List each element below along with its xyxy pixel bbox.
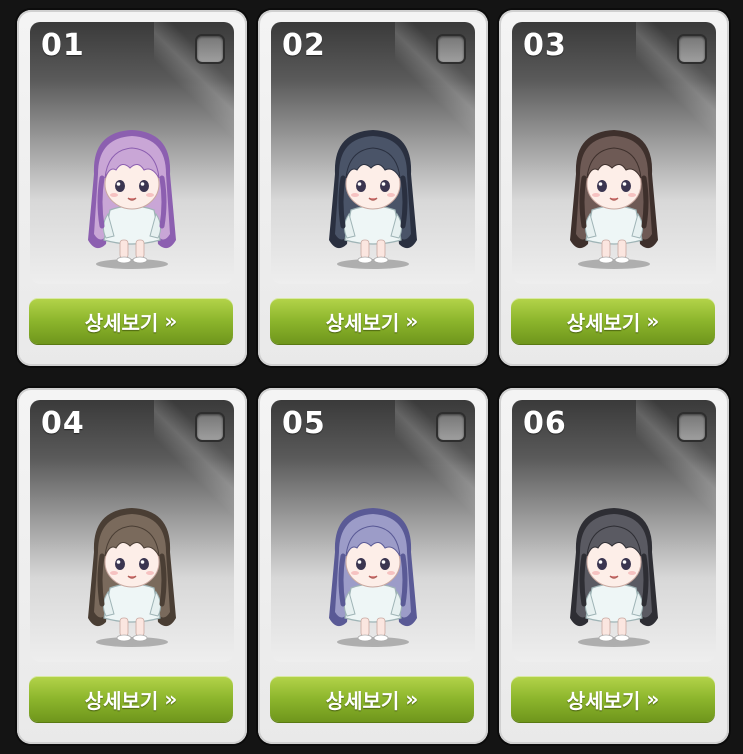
double-chevron-right-icon: » [646, 309, 660, 333]
character-avatar [329, 508, 417, 647]
card-number: 06 [523, 406, 567, 441]
view-details-button[interactable]: 상세보기 » [270, 298, 474, 344]
select-checkbox[interactable] [677, 34, 707, 64]
view-details-button[interactable]: 상세보기 » [29, 298, 233, 344]
select-checkbox[interactable] [436, 412, 466, 442]
card-number: 01 [41, 28, 85, 63]
character-avatar [329, 130, 417, 269]
style-card: 03 상세보기 » [499, 10, 729, 366]
style-card: 04 상세보기 » [17, 388, 247, 744]
double-chevron-right-icon: » [405, 309, 419, 333]
double-chevron-right-icon: » [646, 687, 660, 711]
view-details-label: 상세보기 [325, 310, 400, 335]
view-details-label: 상세보기 [566, 310, 641, 335]
view-details-button[interactable]: 상세보기 » [511, 676, 715, 722]
view-details-button[interactable]: 상세보기 » [270, 676, 474, 722]
card-number: 04 [41, 406, 85, 441]
view-details-label: 상세보기 [84, 688, 159, 713]
card-number: 02 [282, 28, 326, 63]
style-card: 05 상세보기 » [258, 388, 488, 744]
card-number: 03 [523, 28, 567, 63]
style-card: 02 상세보기 » [258, 10, 488, 366]
view-details-label: 상세보기 [84, 310, 159, 335]
select-checkbox[interactable] [677, 412, 707, 442]
character-avatar [570, 508, 658, 647]
character-avatar [88, 508, 176, 647]
preview-panel: 03 [512, 22, 716, 284]
select-checkbox[interactable] [195, 412, 225, 442]
preview-panel: 06 [512, 400, 716, 662]
view-details-label: 상세보기 [566, 688, 641, 713]
style-grid: 01 상세보기 » 02 상세보기 » 03 상세보기 » 04 상세보기 » … [0, 0, 743, 754]
view-details-label: 상세보기 [325, 688, 400, 713]
preview-panel: 02 [271, 22, 475, 284]
character-avatar [570, 130, 658, 269]
style-card: 01 상세보기 » [17, 10, 247, 366]
style-card: 06 상세보기 » [499, 388, 729, 744]
select-checkbox[interactable] [195, 34, 225, 64]
preview-panel: 04 [30, 400, 234, 662]
select-checkbox[interactable] [436, 34, 466, 64]
card-number: 05 [282, 406, 326, 441]
preview-panel: 01 [30, 22, 234, 284]
view-details-button[interactable]: 상세보기 » [511, 298, 715, 344]
character-avatar [88, 130, 176, 269]
preview-panel: 05 [271, 400, 475, 662]
double-chevron-right-icon: » [405, 687, 419, 711]
view-details-button[interactable]: 상세보기 » [29, 676, 233, 722]
double-chevron-right-icon: » [164, 309, 178, 333]
double-chevron-right-icon: » [164, 687, 178, 711]
